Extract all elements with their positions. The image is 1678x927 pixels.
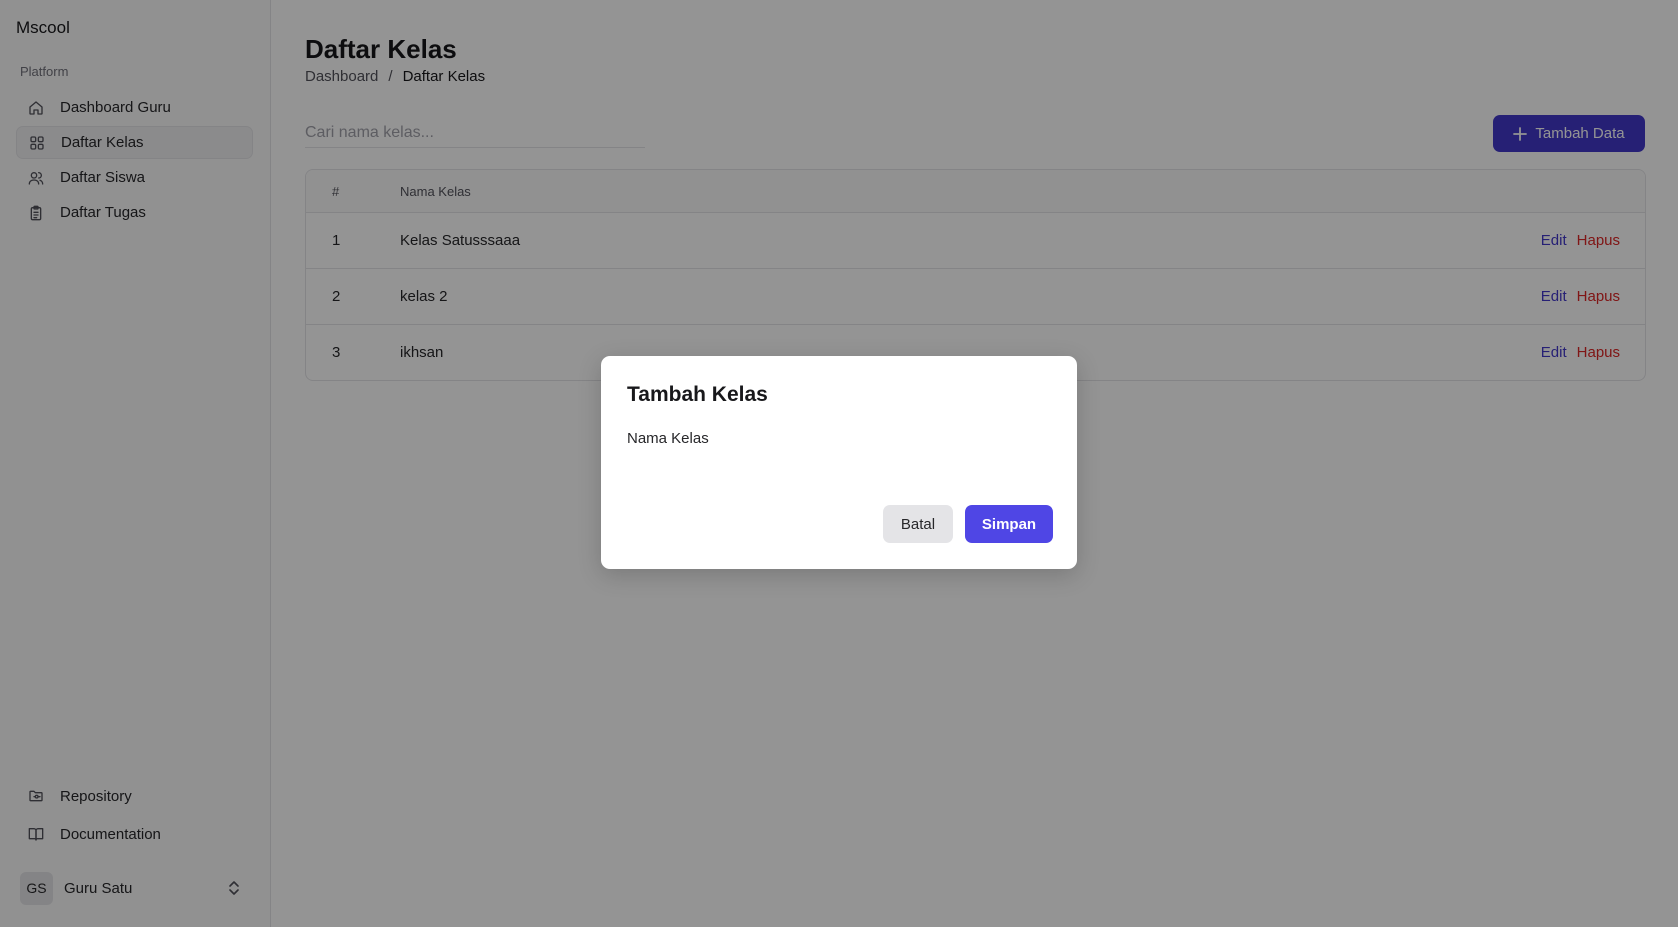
save-button[interactable]: Simpan bbox=[965, 505, 1053, 543]
class-name-label: Nama Kelas bbox=[627, 430, 709, 447]
class-name-input[interactable] bbox=[627, 452, 1051, 482]
cancel-button[interactable]: Batal bbox=[883, 505, 953, 543]
add-class-dialog: Tambah Kelas Nama Kelas Batal Simpan bbox=[601, 356, 1077, 569]
dialog-title: Tambah Kelas bbox=[627, 383, 768, 406]
